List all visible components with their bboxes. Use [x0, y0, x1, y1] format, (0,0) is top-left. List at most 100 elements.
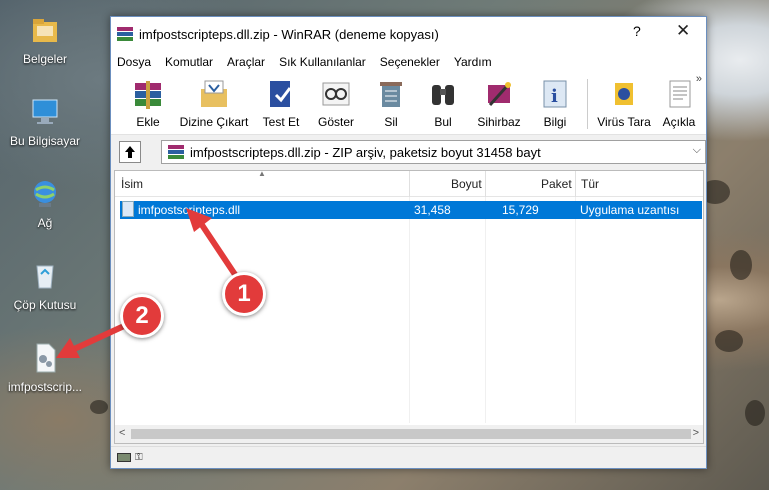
wizard-icon: [482, 77, 516, 111]
zip-archive-icon: [168, 145, 184, 159]
desktop-icon-dll-file[interactable]: imfpostscrip...: [0, 340, 90, 394]
test-checkmark-icon: [264, 77, 298, 111]
wizard-label: Sihirbaz: [477, 115, 521, 129]
column-type[interactable]: Tür: [581, 177, 599, 191]
toolbar-more-button[interactable]: »: [696, 73, 702, 85]
title-bar: imfpostscripteps.dll.zip - WinRAR (denem…: [111, 17, 706, 51]
column-line: [575, 197, 576, 423]
desktop-icon-label: Ağ: [37, 216, 53, 230]
comment-label: Açıkla: [662, 115, 696, 129]
info-label: Bilgi: [543, 115, 567, 129]
extract-button[interactable]: Dizine Çıkart: [175, 77, 253, 133]
desktop-icon-this-pc[interactable]: Bu Bilgisayar: [0, 94, 90, 148]
find-label: Bul: [434, 115, 452, 129]
background-spot: [90, 400, 108, 414]
menu-favorites[interactable]: Sık Kullanılanlar: [279, 55, 366, 69]
column-divider: [485, 171, 486, 197]
virus-scan-button[interactable]: Virüs Tara: [593, 77, 655, 133]
desktop-icon-label: Çöp Kutusu: [13, 298, 77, 312]
file-type: Uygulama uzantısı: [580, 203, 680, 217]
column-packed[interactable]: Paket: [541, 177, 572, 191]
background-spot: [715, 330, 743, 352]
desktop-icon-recycle-bin[interactable]: Çöp Kutusu: [0, 258, 90, 312]
extract-label: Dizine Çıkart: [179, 115, 249, 129]
add-label: Ekle: [136, 115, 160, 129]
menu-file[interactable]: Dosya: [117, 55, 151, 69]
binoculars-icon: [426, 77, 460, 111]
glasses-icon: [319, 77, 353, 111]
recycle-bin-icon: [27, 258, 63, 294]
toolbar: Ekle Dizine Çıkart Test Et Göster Sil Bu…: [111, 73, 706, 135]
delete-label: Sil: [384, 115, 398, 129]
chevron-down-icon[interactable]: ⌵: [693, 144, 701, 157]
comment-button[interactable]: Açıkla: [659, 77, 699, 133]
scrollbar-thumb[interactable]: [131, 429, 691, 439]
delete-button[interactable]: Sil: [371, 77, 411, 133]
delete-icon: [374, 77, 408, 111]
menu-tools[interactable]: Araçlar: [227, 55, 265, 69]
desktop-icon-documents[interactable]: Belgeler: [0, 12, 90, 66]
desktop-icon-label: imfpostscrip...: [7, 380, 82, 394]
computer-icon: [27, 94, 63, 130]
help-button[interactable]: ?: [633, 23, 641, 39]
background-spot: [730, 250, 752, 280]
info-button[interactable]: i Bilgi: [533, 77, 577, 133]
test-label: Test Et: [262, 115, 300, 129]
winrar-app-icon: [117, 27, 133, 41]
view-button[interactable]: Göster: [311, 77, 361, 133]
comment-icon: [662, 77, 696, 111]
column-size[interactable]: Boyut: [451, 177, 482, 191]
desktop-icon-label: Bu Bilgisayar: [9, 134, 81, 148]
close-button[interactable]: ✕: [676, 21, 690, 41]
winrar-window: imfpostscripteps.dll.zip - WinRAR (denem…: [110, 16, 707, 469]
info-icon: i: [538, 77, 572, 111]
window-title: imfpostscripteps.dll.zip - WinRAR (denem…: [139, 27, 439, 42]
view-label: Göster: [317, 115, 354, 129]
drive-icon[interactable]: [117, 453, 131, 462]
desktop-icon-network[interactable]: Ağ: [0, 176, 90, 230]
file-size: 31,458: [414, 203, 451, 217]
column-line: [485, 197, 486, 423]
test-button[interactable]: Test Et: [257, 77, 305, 133]
column-divider: [575, 171, 576, 197]
column-name[interactable]: İsim: [121, 177, 143, 191]
add-button[interactable]: Ekle: [121, 77, 175, 133]
virus-scan-icon: [607, 77, 641, 111]
callout-badge-2: 2: [120, 294, 164, 338]
key-icon[interactable]: ⚿: [135, 452, 143, 463]
desktop-icon-label: Belgeler: [22, 52, 68, 66]
file-name: imfpostscripteps.dll: [138, 203, 241, 217]
scroll-right-button[interactable]: >: [693, 427, 699, 439]
up-folder-button[interactable]: [119, 141, 141, 163]
menu-help[interactable]: Yardım: [454, 55, 492, 69]
dll-file-icon: [27, 340, 63, 376]
dll-file-icon: [122, 201, 134, 217]
wizard-button[interactable]: Sihirbaz: [473, 77, 525, 133]
globe-icon: [27, 176, 63, 212]
file-packed-size: 15,729: [502, 203, 539, 217]
folder-icon: [27, 12, 63, 48]
sort-ascending-icon: ▲: [258, 169, 266, 178]
menu-bar: Dosya Komutlar Araçlar Sık Kullanılanlar…: [111, 51, 706, 73]
column-line: [409, 197, 410, 423]
file-list: ▲ İsim Boyut Paket Tür imfpostscripteps.…: [114, 169, 704, 444]
menu-options[interactable]: Seçenekler: [380, 55, 440, 69]
svg-text:i: i: [551, 86, 558, 107]
find-button[interactable]: Bul: [423, 77, 463, 133]
address-bar: imfpostscripteps.dll.zip - ZIP arşiv, pa…: [111, 135, 706, 167]
column-divider: [409, 171, 410, 197]
horizontal-scrollbar[interactable]: < >: [115, 425, 703, 443]
callout-badge-1: 1: [222, 272, 266, 316]
menu-commands[interactable]: Komutlar: [165, 55, 213, 69]
background-spot: [745, 400, 765, 426]
status-bar: ⚿: [111, 446, 706, 468]
table-row[interactable]: imfpostscripteps.dll 31,458 15,729 Uygul…: [120, 201, 702, 219]
virus-scan-label: Virüs Tara: [597, 115, 651, 129]
archive-path-field[interactable]: imfpostscripteps.dll.zip - ZIP arşiv, pa…: [161, 140, 706, 164]
extract-folder-icon: [197, 77, 231, 111]
toolbar-separator: [587, 79, 588, 129]
scroll-left-button[interactable]: <: [119, 427, 125, 439]
file-list-header: ▲ İsim Boyut Paket Tür: [115, 169, 703, 197]
archive-add-icon: [131, 77, 165, 111]
archive-path-text: imfpostscripteps.dll.zip - ZIP arşiv, pa…: [190, 145, 541, 160]
